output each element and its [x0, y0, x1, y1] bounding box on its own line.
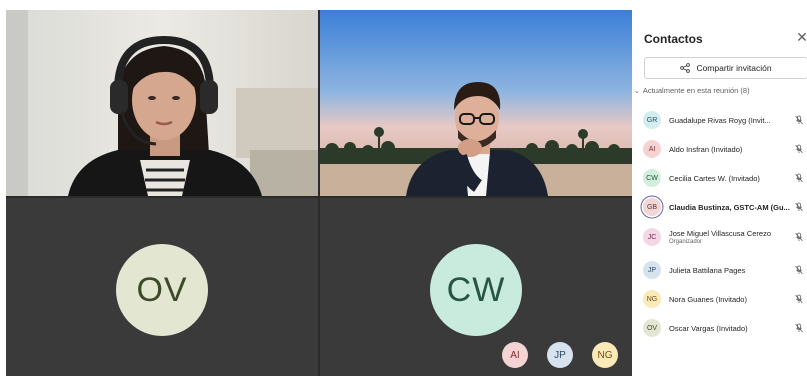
- mic-muted-icon: [795, 294, 803, 304]
- participant-row[interactable]: NG Nora Guanes (Invitado): [634, 285, 807, 313]
- participant-name: Cecilia Cartes W. (Invitado): [669, 173, 760, 183]
- participant-name: Julieta Battilana Pages: [669, 265, 746, 275]
- share-icon: [680, 63, 691, 73]
- panel-title: Contactos: [644, 32, 703, 46]
- overflow-avatar-ng[interactable]: NG: [592, 342, 618, 368]
- mic-muted-icon: [795, 115, 803, 125]
- mic-muted-icon: [795, 144, 803, 154]
- participant-text: Aldo Insfran (Invitado): [669, 145, 793, 154]
- participant-avatar: OV: [643, 319, 661, 337]
- participant-avatar: JP: [643, 261, 661, 279]
- mic-muted-icon: [795, 173, 803, 183]
- mic-muted-icon: [795, 265, 803, 275]
- overflow-avatar-jp[interactable]: JP: [547, 342, 573, 368]
- mic-muted-icon: [795, 202, 803, 212]
- close-icon[interactable]: ✕: [795, 30, 807, 44]
- participant-row[interactable]: OV Oscar Vargas (Invitado): [634, 314, 807, 342]
- participant-text: Oscar Vargas (Invitado): [669, 324, 793, 333]
- avatar-tile-ov[interactable]: OV: [6, 198, 318, 376]
- participant-text: Jose Miguel Villascusa Cerezo Organizador: [669, 229, 793, 245]
- participant-name: Claudia Bustinza, GSTC-AM (Gu...: [669, 202, 790, 212]
- participant-role: Organizador: [669, 239, 703, 245]
- participant-avatar: CW: [643, 169, 661, 187]
- participant-video-feed: [320, 10, 632, 196]
- participant-avatar: JC: [643, 228, 661, 246]
- mic-muted-icon: [795, 323, 803, 333]
- participant-avatar: NG: [643, 290, 661, 308]
- participant-avatar: GR: [643, 111, 661, 129]
- overflow-participants: AI JP NG: [502, 342, 618, 368]
- participant-text: Nora Guanes (Invitado): [669, 295, 793, 304]
- participant-row[interactable]: CW Cecilia Cartes W. (Invitado): [634, 164, 807, 192]
- participant-name: Nora Guanes (Invitado): [669, 294, 747, 304]
- share-invitation-label: Compartir invitación: [696, 63, 772, 73]
- share-invitation-button[interactable]: Compartir invitación: [644, 57, 807, 79]
- participant-text: Julieta Battilana Pages: [669, 266, 793, 275]
- participant-text: Guadalupe Rivas Royg (Invit...: [669, 116, 793, 125]
- participant-video-feed: [6, 10, 318, 196]
- participant-name: Oscar Vargas (Invitado): [669, 323, 748, 333]
- participant-avatar: GB: [643, 198, 661, 216]
- participant-name: Jose Miguel Villascusa Cerezo: [669, 229, 771, 238]
- participant-row[interactable]: GR Guadalupe Rivas Royg (Invit...: [634, 106, 807, 134]
- video-tile-participant-2[interactable]: [320, 10, 632, 196]
- contacts-panel: Contactos ✕ Compartir invitación ⌄ Actua…: [634, 10, 807, 377]
- avatar-tile-cw[interactable]: CW AI JP NG: [320, 198, 632, 376]
- participant-avatar: CW: [430, 244, 522, 336]
- participant-name: Aldo Insfran (Invitado): [669, 144, 743, 154]
- participant-avatar: OV: [116, 244, 208, 336]
- section-label: Actualmente en esta reunión (8): [642, 86, 750, 95]
- participant-row[interactable]: AI Aldo Insfran (Invitado): [634, 135, 807, 163]
- video-tile-participant-1[interactable]: [6, 10, 318, 196]
- participant-name: Guadalupe Rivas Royg (Invit...: [669, 115, 771, 125]
- section-in-meeting[interactable]: ⌄ Actualmente en esta reunión (8): [634, 86, 750, 95]
- mic-muted-icon: [795, 232, 803, 242]
- participant-row[interactable]: GB Claudia Bustinza, GSTC-AM (Gu...: [634, 193, 807, 221]
- meeting-stage: OV CW AI JP NG: [6, 10, 632, 376]
- participant-avatar: AI: [643, 140, 661, 158]
- participant-text: Claudia Bustinza, GSTC-AM (Gu...: [669, 203, 793, 212]
- participant-text: Cecilia Cartes W. (Invitado): [669, 174, 793, 183]
- overflow-avatar-ai[interactable]: AI: [502, 342, 528, 368]
- participant-row[interactable]: JC Jose Miguel Villascusa Cerezo Organizad…: [634, 223, 807, 251]
- chevron-down-icon: ⌄: [634, 87, 640, 95]
- participant-row[interactable]: JP Julieta Battilana Pages: [634, 256, 807, 284]
